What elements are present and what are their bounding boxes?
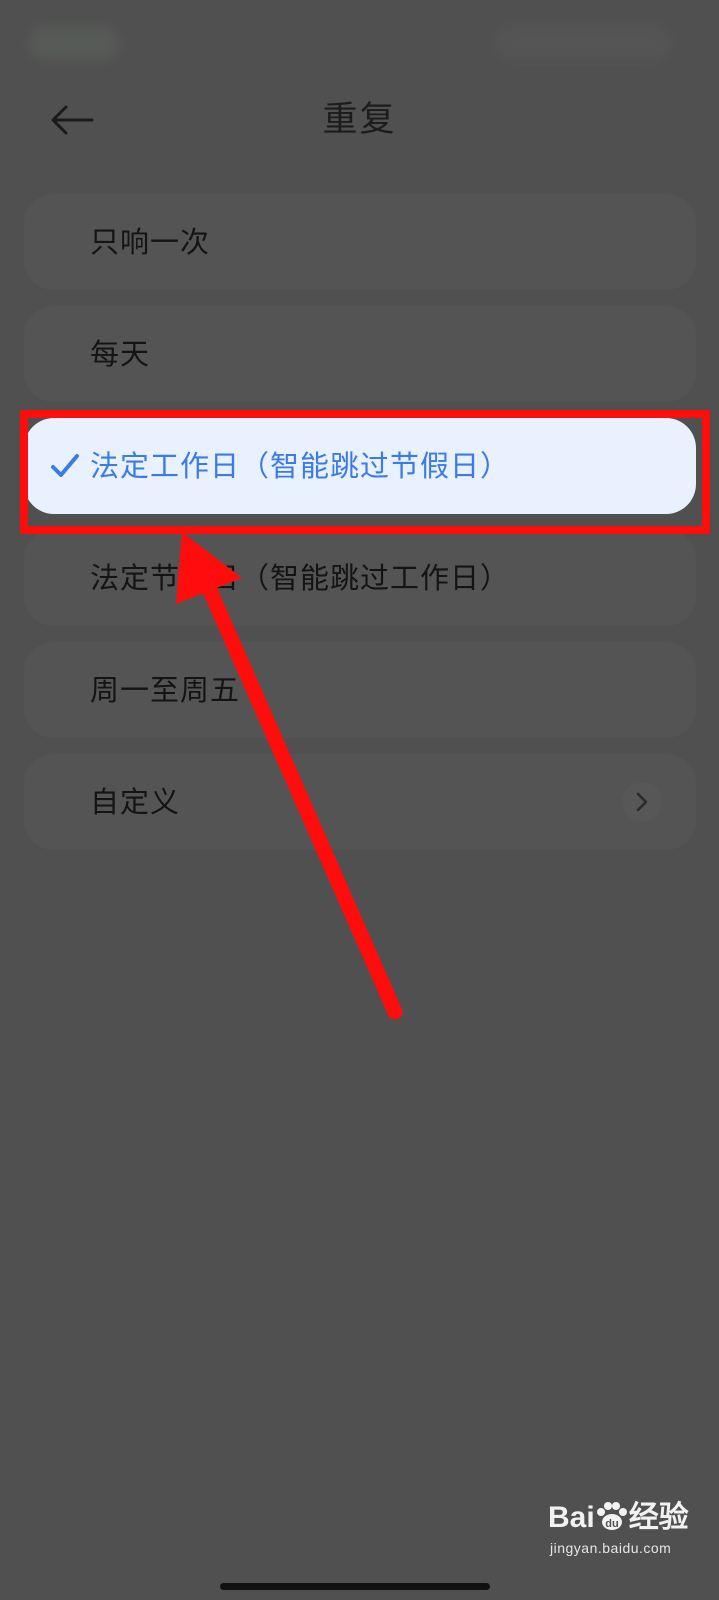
back-button[interactable] <box>44 94 100 146</box>
option-mon-to-fri[interactable]: 周一至周五 <box>24 642 696 738</box>
arrow-left-icon <box>51 105 94 135</box>
chevron-right-icon <box>636 792 648 812</box>
paw-icon: du <box>596 1502 627 1530</box>
status-bar <box>0 0 719 80</box>
status-time-blurred <box>28 26 120 60</box>
watermark-logo-right: 经验 <box>628 1501 689 1534</box>
home-indicator[interactable] <box>220 1583 490 1590</box>
option-label: 周一至周五 <box>90 673 241 707</box>
baidu-watermark: Bai du 经验 jingyan.baidu.com <box>548 1492 708 1572</box>
option-label: 法定工作日（智能跳过节假日） <box>90 449 511 483</box>
option-label: 每天 <box>90 337 151 371</box>
page-title: 重复 <box>322 100 397 140</box>
svg-text:du: du <box>605 1518 618 1530</box>
status-icons-blurred <box>494 24 672 62</box>
watermark-url: jingyan.baidu.com <box>550 1540 672 1556</box>
chevron-button <box>622 782 662 822</box>
option-daily[interactable]: 每天 <box>24 306 696 402</box>
option-legal-holidays[interactable]: 法定节假日（智能跳过工作日） <box>24 530 696 626</box>
watermark-logo: Bai du 经验 <box>548 1492 689 1536</box>
option-legal-workdays[interactable]: 法定工作日（智能跳过节假日） <box>24 418 696 514</box>
watermark-logo-left: Bai <box>548 1501 595 1534</box>
option-once[interactable]: 只响一次 <box>24 194 696 290</box>
option-label: 法定节假日（智能跳过工作日） <box>90 561 511 595</box>
option-label: 自定义 <box>90 785 181 819</box>
option-label: 只响一次 <box>90 225 211 259</box>
option-custom[interactable]: 自定义 <box>24 754 696 850</box>
check-icon <box>51 454 79 477</box>
header: 重复 <box>0 84 719 156</box>
